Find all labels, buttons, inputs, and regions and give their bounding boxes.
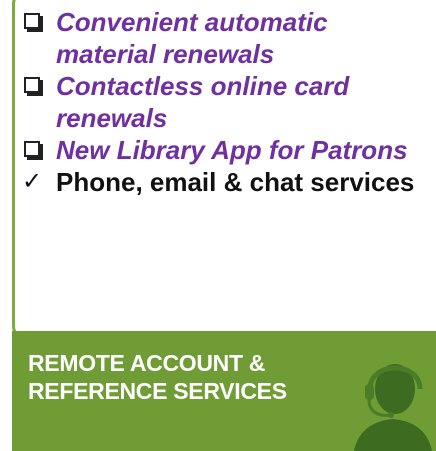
checklist-item-library-app: New Library App for Patrons	[22, 134, 432, 166]
checkbox-icon	[24, 13, 40, 29]
checklist-item-text: Contactless online card renewals	[56, 71, 350, 133]
checkbox-icon	[24, 141, 40, 157]
banner-title-line-1: REMOTE ACCOUNT &	[28, 350, 266, 376]
headset-agent-icon	[354, 364, 432, 451]
service-checklist: Convenient automatic material renewals C…	[22, 6, 432, 198]
banner-title: REMOTE ACCOUNT & REFERENCE SERVICES	[28, 349, 287, 405]
checkbox-icon	[24, 77, 40, 93]
checklist-item-card-renewals: Contactless online card renewals	[22, 70, 432, 134]
section-banner: REMOTE ACCOUNT & REFERENCE SERVICES	[12, 331, 436, 451]
banner-title-line-2: REFERENCE SERVICES	[28, 378, 287, 404]
checklist-item-automatic-renewals: Convenient automatic material renewals	[22, 6, 432, 70]
checklist-item-text: New Library App for Patrons	[56, 135, 408, 165]
checklist-item-text: Phone, email & chat services	[56, 167, 415, 197]
checkmark-icon: ✓	[22, 168, 43, 195]
checklist-item-phone-email-chat: ✓ Phone, email & chat services	[22, 166, 432, 198]
checklist-item-text: Convenient automatic material renewals	[56, 7, 328, 69]
service-card: Convenient automatic material renewals C…	[0, 0, 436, 451]
